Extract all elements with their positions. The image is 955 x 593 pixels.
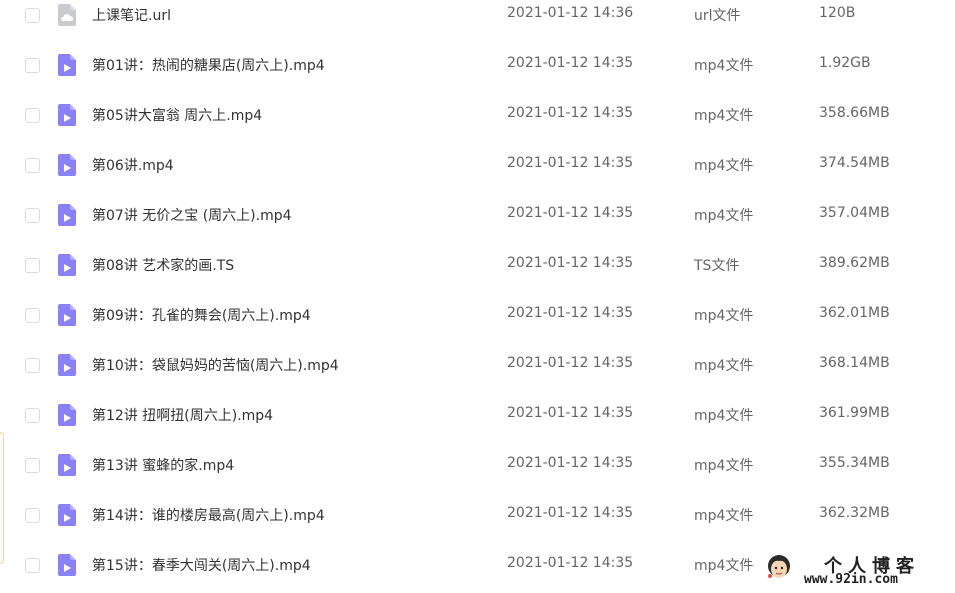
file-type: mp4文件 — [694, 108, 754, 124]
file-row[interactable]: 第08讲 艺术家的画.TS 2021-01-12 14:35 TS文件 389.62M… — [0, 250, 955, 300]
file-size: 389.62MB — [819, 255, 890, 271]
file-row[interactable]: 第06讲.mp4 2021-01-12 14:35 mp4文件 374.54MB — [0, 150, 955, 200]
file-size: 362.32MB — [819, 505, 890, 521]
file-name[interactable]: 第09讲：孔雀的舞会(周六上).mp4 — [92, 305, 311, 325]
file-size: 120B — [819, 5, 856, 21]
file-type: mp4文件 — [694, 508, 754, 524]
file-type: mp4文件 — [694, 158, 754, 174]
modified-date: 2021-01-12 14:35 — [507, 255, 634, 271]
modified-date: 2021-01-12 14:35 — [507, 105, 634, 121]
modified-date: 2021-01-12 14:35 — [507, 55, 634, 71]
watermark: 个人博客 www.92in.com — [764, 550, 949, 590]
file-list-page: 上课笔记.url 2021-01-12 14:36 url文件 120B 第01讲：热闹… — [0, 0, 955, 593]
row-checkbox[interactable] — [25, 408, 40, 423]
file-row[interactable]: 第12讲 扭啊扭(周六上).mp4 2021-01-12 14:35 mp4文件 36… — [0, 400, 955, 450]
modified-date: 2021-01-12 14:35 — [507, 155, 634, 171]
row-checkbox[interactable] — [25, 458, 40, 473]
modified-date: 2021-01-12 14:35 — [507, 305, 634, 321]
file-name[interactable]: 第13讲 蜜蜂的家.mp4 — [92, 455, 234, 475]
modified-date: 2021-01-12 14:35 — [507, 455, 634, 471]
row-checkbox[interactable] — [25, 208, 40, 223]
file-size: 374.54MB — [819, 155, 890, 171]
file-size: 358.66MB — [819, 105, 890, 121]
row-checkbox[interactable] — [25, 508, 40, 523]
file-row[interactable]: 第13讲 蜜蜂的家.mp4 2021-01-12 14:35 mp4文件 355.34… — [0, 450, 955, 500]
file-type: mp4文件 — [694, 208, 754, 224]
file-name[interactable]: 上课笔记.url — [92, 5, 171, 25]
file-type: mp4文件 — [694, 458, 754, 474]
file-name[interactable]: 第10讲：袋鼠妈妈的苦恼(周六上).mp4 — [92, 355, 339, 375]
file-name[interactable]: 第05讲大富翁 周六上.mp4 — [92, 105, 262, 125]
file-name[interactable]: 第01讲：热闹的糖果店(周六上).mp4 — [92, 55, 325, 75]
file-size: 357.04MB — [819, 205, 890, 221]
file-size: 362.01MB — [819, 305, 890, 321]
file-type: mp4文件 — [694, 58, 754, 74]
file-type: mp4文件 — [694, 558, 754, 574]
file-name[interactable]: 第07讲 无价之宝 (周六上).mp4 — [92, 205, 292, 225]
modified-date: 2021-01-12 14:35 — [507, 355, 634, 371]
file-size: 1.92GB — [819, 55, 871, 71]
file-name[interactable]: 第15讲：春季大闯关(周六上).mp4 — [92, 555, 311, 575]
row-checkbox[interactable] — [25, 108, 40, 123]
avatar-icon — [768, 555, 790, 578]
file-row[interactable]: 第01讲：热闹的糖果店(周六上).mp4 2021-01-12 14:35 mp4文… — [0, 50, 955, 100]
file-name[interactable]: 第06讲.mp4 — [92, 155, 174, 175]
file-name[interactable]: 第14讲：谁的楼房最高(周六上).mp4 — [92, 505, 325, 525]
file-type: mp4文件 — [694, 408, 754, 424]
watermark-url: www.92in.com — [804, 572, 898, 587]
file-name[interactable]: 第08讲 艺术家的画.TS — [92, 255, 234, 275]
file-type: mp4文件 — [694, 358, 754, 374]
file-row[interactable]: 第07讲 无价之宝 (周六上).mp4 2021-01-12 14:35 mp4文件… — [0, 200, 955, 250]
modified-date: 2021-01-12 14:36 — [507, 5, 634, 21]
file-size: 368.14MB — [819, 355, 890, 371]
modified-date: 2021-01-12 14:35 — [507, 205, 634, 221]
row-checkbox[interactable] — [25, 358, 40, 373]
modified-date: 2021-01-12 14:35 — [507, 405, 634, 421]
file-type: TS文件 — [694, 258, 740, 274]
modified-date: 2021-01-12 14:35 — [507, 555, 634, 571]
file-size: 361.99MB — [819, 405, 890, 421]
file-row[interactable]: 第05讲大富翁 周六上.mp4 2021-01-12 14:35 mp4文件 358.… — [0, 100, 955, 150]
file-row[interactable]: 上课笔记.url 2021-01-12 14:36 url文件 120B — [0, 0, 955, 50]
file-row[interactable]: 第09讲：孔雀的舞会(周六上).mp4 2021-01-12 14:35 mp4文件… — [0, 300, 955, 350]
row-checkbox[interactable] — [25, 308, 40, 323]
file-row[interactable]: 第14讲：谁的楼房最高(周六上).mp4 2021-01-12 14:35 mp4文… — [0, 500, 955, 550]
file-name[interactable]: 第12讲 扭啊扭(周六上).mp4 — [92, 405, 273, 425]
file-row[interactable]: 第10讲：袋鼠妈妈的苦恼(周六上).mp4 2021-01-12 14:35 mp4… — [0, 350, 955, 400]
row-checkbox[interactable] — [25, 558, 40, 573]
row-checkbox[interactable] — [25, 158, 40, 173]
file-size: 355.34MB — [819, 455, 890, 471]
row-checkbox[interactable] — [25, 8, 40, 23]
row-checkbox[interactable] — [25, 258, 40, 273]
row-checkbox[interactable] — [25, 58, 40, 73]
file-type: url文件 — [694, 8, 741, 24]
modified-date: 2021-01-12 14:35 — [507, 505, 634, 521]
file-type: mp4文件 — [694, 308, 754, 324]
